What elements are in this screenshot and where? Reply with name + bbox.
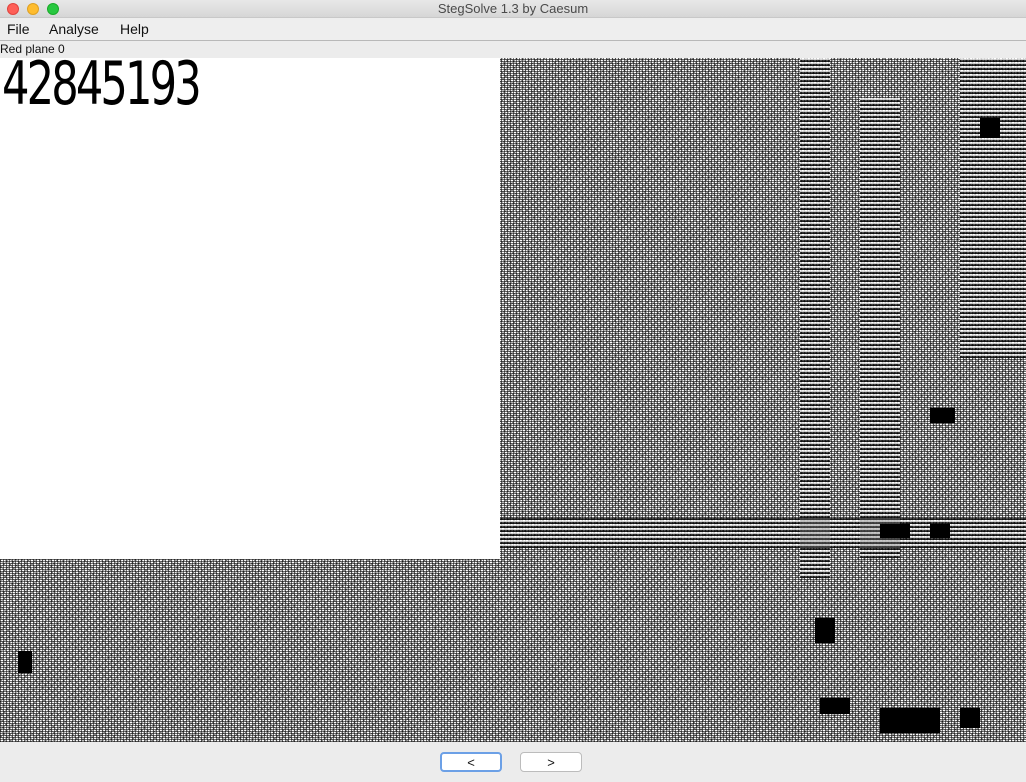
menu-file[interactable]: File	[7, 21, 30, 37]
plane-label: Red plane 0	[0, 42, 65, 56]
noise-streak	[800, 58, 830, 578]
hidden-image-region: 42845193	[0, 58, 500, 559]
navigation-bar: < >	[0, 742, 1026, 782]
noise-block	[815, 618, 835, 643]
menu-analyse[interactable]: Analyse	[49, 21, 99, 37]
window-title: StegSolve 1.3 by Caesum	[437, 1, 589, 16]
noise-streak	[960, 58, 1026, 358]
image-canvas: 42845193	[0, 58, 1026, 742]
stegsolve-window: StegSolve 1.3 by Caesum File Analyse Hel…	[0, 0, 1026, 782]
title-bar: StegSolve 1.3 by Caesum	[0, 0, 1026, 18]
menu-bar: File Analyse Help	[0, 18, 1026, 41]
menu-help[interactable]: Help	[120, 21, 149, 37]
noise-block	[880, 524, 910, 538]
noise-block	[930, 524, 950, 538]
noise-block	[880, 708, 940, 733]
noise-block	[820, 698, 850, 714]
hidden-number-text: 42845193	[2, 58, 202, 119]
noise-block	[980, 118, 1000, 138]
next-plane-button[interactable]: >	[520, 752, 582, 772]
noise-block	[18, 651, 32, 673]
noise-block	[930, 408, 955, 423]
previous-plane-button[interactable]: <	[440, 752, 502, 772]
noise-streak	[860, 98, 900, 558]
noise-block	[960, 708, 980, 728]
